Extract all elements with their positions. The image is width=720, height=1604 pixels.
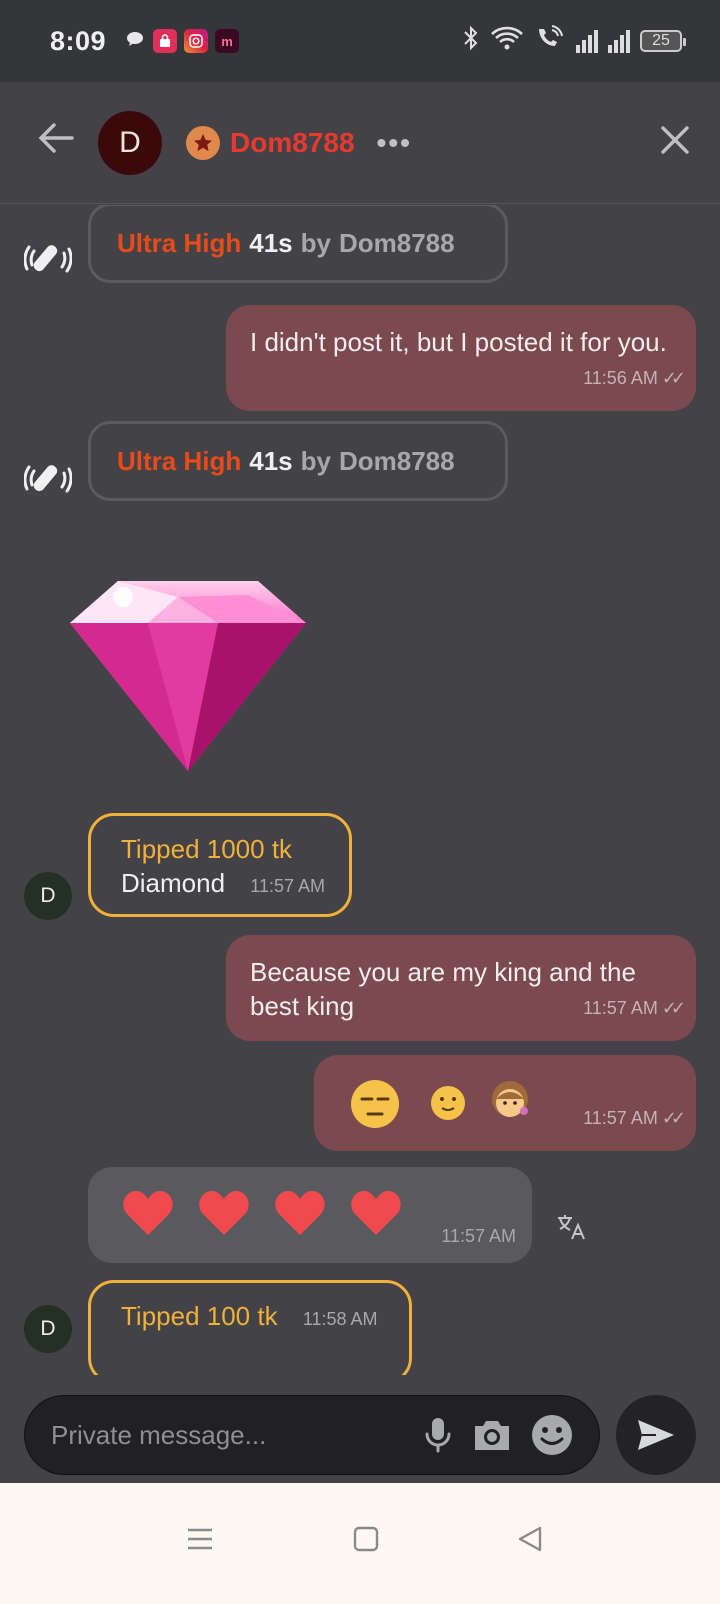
message-input-bar: [0, 1375, 720, 1483]
more-options-icon[interactable]: •••: [377, 127, 412, 159]
system-icons: 25: [462, 24, 686, 58]
contact-username[interactable]: Dom8788: [230, 127, 355, 159]
sender-avatar[interactable]: D: [24, 872, 72, 920]
heart-icon: [123, 1191, 173, 1235]
chat-bubble-icon: [124, 28, 146, 55]
vibration-user: Dom8788: [338, 227, 455, 258]
message-input-container: [24, 1395, 600, 1475]
vibration-by: by: [300, 227, 331, 258]
signal-1-icon: [576, 29, 598, 53]
camera-icon[interactable]: [471, 1417, 513, 1453]
outgoing-emoji-message[interactable]: 😒 🙂 👧 11:57 AM ✓✓: [314, 1055, 696, 1151]
notification-icons: m: [124, 28, 240, 55]
status-bar: 8:09 m 25: [0, 0, 720, 82]
heart-icon: [199, 1191, 249, 1235]
message-time: 11:57 AM ✓✓: [583, 1101, 686, 1135]
vibration-pill: Ultra High 41s by Dom8788: [88, 421, 508, 501]
message-input[interactable]: [51, 1419, 405, 1451]
tip-gift-name: Diamond: [121, 868, 226, 898]
vibration-duration: 41s: [249, 227, 293, 258]
tip-amount: Tipped 100 tk: [121, 1301, 278, 1331]
read-ticks-icon: ✓✓: [661, 1108, 686, 1128]
back-arrow-icon[interactable]: [38, 121, 82, 164]
message-time: 11:58 AM: [302, 1309, 378, 1329]
translate-icon[interactable]: [556, 1213, 586, 1248]
vibration-pill: Ultra High 41s by Dom8788: [88, 205, 508, 283]
vibration-level: Ultra High: [117, 445, 242, 476]
message-time: 11:57 AM ✓✓: [583, 991, 686, 1025]
send-icon: [638, 1420, 674, 1450]
sender-avatar[interactable]: D: [24, 1305, 72, 1353]
tip-message[interactable]: Tipped 100 tk 11:58 AM: [88, 1280, 412, 1375]
unamused-face-icon: [351, 1080, 399, 1128]
status-time: 8:09: [50, 25, 107, 56]
tip-message[interactable]: Tipped 1000 tk Diamond 11:57 AM: [88, 813, 352, 917]
battery-icon: 25: [640, 30, 686, 52]
signal-2-icon: [608, 29, 630, 53]
vibration-icon: [23, 235, 73, 283]
wifi-icon: [490, 25, 524, 58]
message-time: 11:57 AM: [250, 876, 326, 896]
outgoing-message[interactable]: I didn't post it, but I posted it for yo…: [226, 305, 696, 411]
vibration-by: by: [300, 445, 331, 476]
slight-smile-icon: [431, 1086, 465, 1120]
vibration-duration: 41s: [249, 445, 293, 476]
message-time: 11:56 AM ✓✓: [583, 361, 686, 395]
heart-icon: [275, 1191, 325, 1235]
contact-avatar[interactable]: D: [98, 110, 162, 175]
vibration-icon: [23, 455, 73, 503]
emoji-icon[interactable]: [531, 1414, 573, 1456]
diamond-icon: [68, 575, 308, 775]
menu-nav-icon[interactable]: [186, 1525, 214, 1558]
incoming-hearts-message[interactable]: 11:57 AM: [88, 1167, 532, 1263]
wifi-call-icon: [534, 24, 566, 58]
back-nav-icon[interactable]: [516, 1525, 544, 1558]
vibration-user: Dom8788: [338, 445, 455, 476]
message-text: Because you are my king and the best kin…: [250, 957, 636, 1021]
home-nav-icon[interactable]: [352, 1525, 380, 1558]
tip-amount: Tipped 1000 tk: [121, 834, 293, 864]
girl-face-icon: [492, 1081, 528, 1117]
chat-header: D Dom8788 •••: [0, 82, 720, 204]
message-text: I didn't post it, but I posted it for yo…: [250, 327, 667, 357]
close-icon[interactable]: [660, 120, 690, 165]
outgoing-message[interactable]: Because you are my king and the best kin…: [226, 935, 696, 1041]
chat-messages[interactable]: Ultra High 41s by Dom8788 I didn't post …: [0, 205, 720, 1375]
instagram-icon: [184, 29, 209, 53]
message-time: 11:57 AM: [441, 1226, 516, 1246]
star-badge-icon: [186, 125, 220, 160]
read-ticks-icon: ✓✓: [661, 368, 686, 388]
send-button[interactable]: [616, 1395, 696, 1475]
app-m-icon: m: [215, 29, 240, 53]
system-navigation-bar: [0, 1483, 720, 1604]
bluetooth-icon: [462, 25, 480, 58]
read-ticks-icon: ✓✓: [661, 998, 686, 1018]
heart-icon: [351, 1191, 401, 1235]
vibration-level: Ultra High: [117, 227, 242, 258]
shopping-bag-icon: [153, 29, 178, 53]
mic-icon[interactable]: [423, 1415, 453, 1455]
